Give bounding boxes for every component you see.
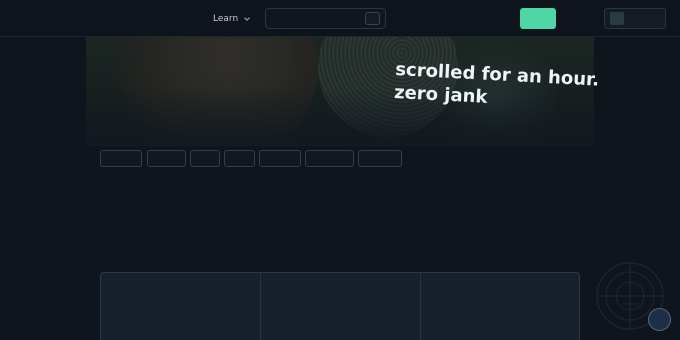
search-input[interactable] (265, 8, 386, 29)
floating-help-button[interactable] (648, 308, 671, 331)
primary-cta-button[interactable] (520, 8, 556, 29)
filter-chip[interactable] (358, 150, 402, 167)
card-divider (260, 273, 261, 340)
top-nav-bar: Learn (0, 0, 680, 37)
filter-chip[interactable] (224, 150, 255, 167)
filter-chip[interactable] (147, 150, 186, 167)
nav-learn-label: Learn (213, 14, 239, 24)
chevron-down-icon (244, 17, 250, 21)
avatar (610, 12, 624, 25)
filter-chip[interactable] (259, 150, 301, 167)
nav-learn-menu[interactable]: Learn (213, 12, 251, 26)
content-card-grid (100, 272, 580, 340)
card-divider (420, 273, 421, 340)
filter-chip[interactable] (100, 150, 142, 167)
account-menu-button[interactable] (604, 8, 666, 29)
filter-chip[interactable] (190, 150, 220, 167)
search-shortcut-key (365, 12, 380, 25)
filter-chip[interactable] (305, 150, 354, 167)
